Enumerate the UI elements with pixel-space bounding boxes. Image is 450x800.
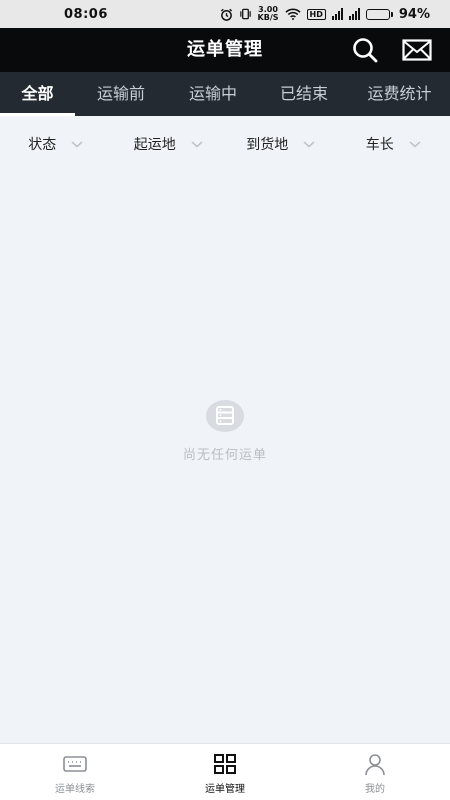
filter-vehicle-length[interactable]: 车长 — [338, 116, 450, 172]
empty-state: 尚无任何运单 — [0, 400, 450, 463]
person-icon — [362, 752, 388, 776]
filter-bar: 状态 起运地 到货地 车长 — [0, 116, 450, 172]
filter-destination[interactable]: 到货地 — [225, 116, 338, 172]
tab-finished[interactable]: 已结束 — [259, 72, 349, 116]
net-speed: 3.00 KB/S — [258, 6, 279, 22]
filter-label: 车长 — [365, 137, 394, 153]
status-time: 08:06 — [64, 6, 108, 22]
status-tabs: 全部 运输前 运输中 已结束 运费统计 — [0, 72, 450, 116]
hd-badge: HD — [306, 8, 326, 20]
alarm-icon — [220, 8, 232, 21]
search-button[interactable] — [349, 34, 381, 66]
app-header: 运单管理 — [0, 28, 450, 72]
nav-label: 运单线索 — [55, 784, 95, 795]
chevron-down-icon — [191, 141, 203, 148]
nav-item-mine[interactable]: 我的 — [300, 744, 450, 800]
bottom-nav: 运单线索 运单管理 我的 — [0, 743, 450, 800]
filter-label: 起运地 — [133, 137, 176, 153]
battery-icon — [365, 8, 393, 20]
keyboard-icon — [62, 752, 88, 776]
nav-label: 运单管理 — [205, 784, 245, 795]
filter-label: 到货地 — [246, 137, 289, 153]
mail-icon — [402, 39, 432, 61]
tab-all[interactable]: 全部 — [0, 72, 75, 116]
wifi-icon — [284, 8, 301, 20]
signal-icon — [348, 8, 360, 20]
tab-freight-stats[interactable]: 运费统计 — [349, 72, 450, 116]
page-title: 运单管理 — [187, 39, 263, 60]
vibrate-icon — [239, 8, 251, 20]
search-icon — [353, 38, 378, 63]
filter-origin[interactable]: 起运地 — [113, 116, 226, 172]
status-bar: 08:06 3.00 KB/S HD 94% — [0, 0, 450, 28]
messages-button[interactable] — [401, 34, 433, 66]
nav-item-waybill-leads[interactable]: 运单线索 — [0, 744, 150, 800]
grid-icon — [212, 752, 238, 776]
filter-label: 状态 — [28, 137, 57, 153]
nav-item-waybill-management[interactable]: 运单管理 — [150, 744, 300, 800]
nav-label: 我的 — [365, 784, 385, 795]
battery-percent: 94% — [398, 6, 430, 22]
chevron-down-icon — [409, 141, 421, 148]
tab-before-transport[interactable]: 运输前 — [75, 72, 167, 116]
status-icons: 3.00 KB/S HD 94% — [220, 6, 430, 22]
chevron-down-icon — [303, 141, 315, 148]
empty-box-icon — [206, 400, 244, 432]
signal-icon — [331, 8, 343, 20]
filter-status[interactable]: 状态 — [0, 116, 113, 172]
tab-in-transport[interactable]: 运输中 — [167, 72, 259, 116]
net-speed-unit: KB/S — [257, 13, 279, 22]
empty-state-text: 尚无任何运单 — [182, 448, 267, 463]
chevron-down-icon — [71, 141, 83, 148]
